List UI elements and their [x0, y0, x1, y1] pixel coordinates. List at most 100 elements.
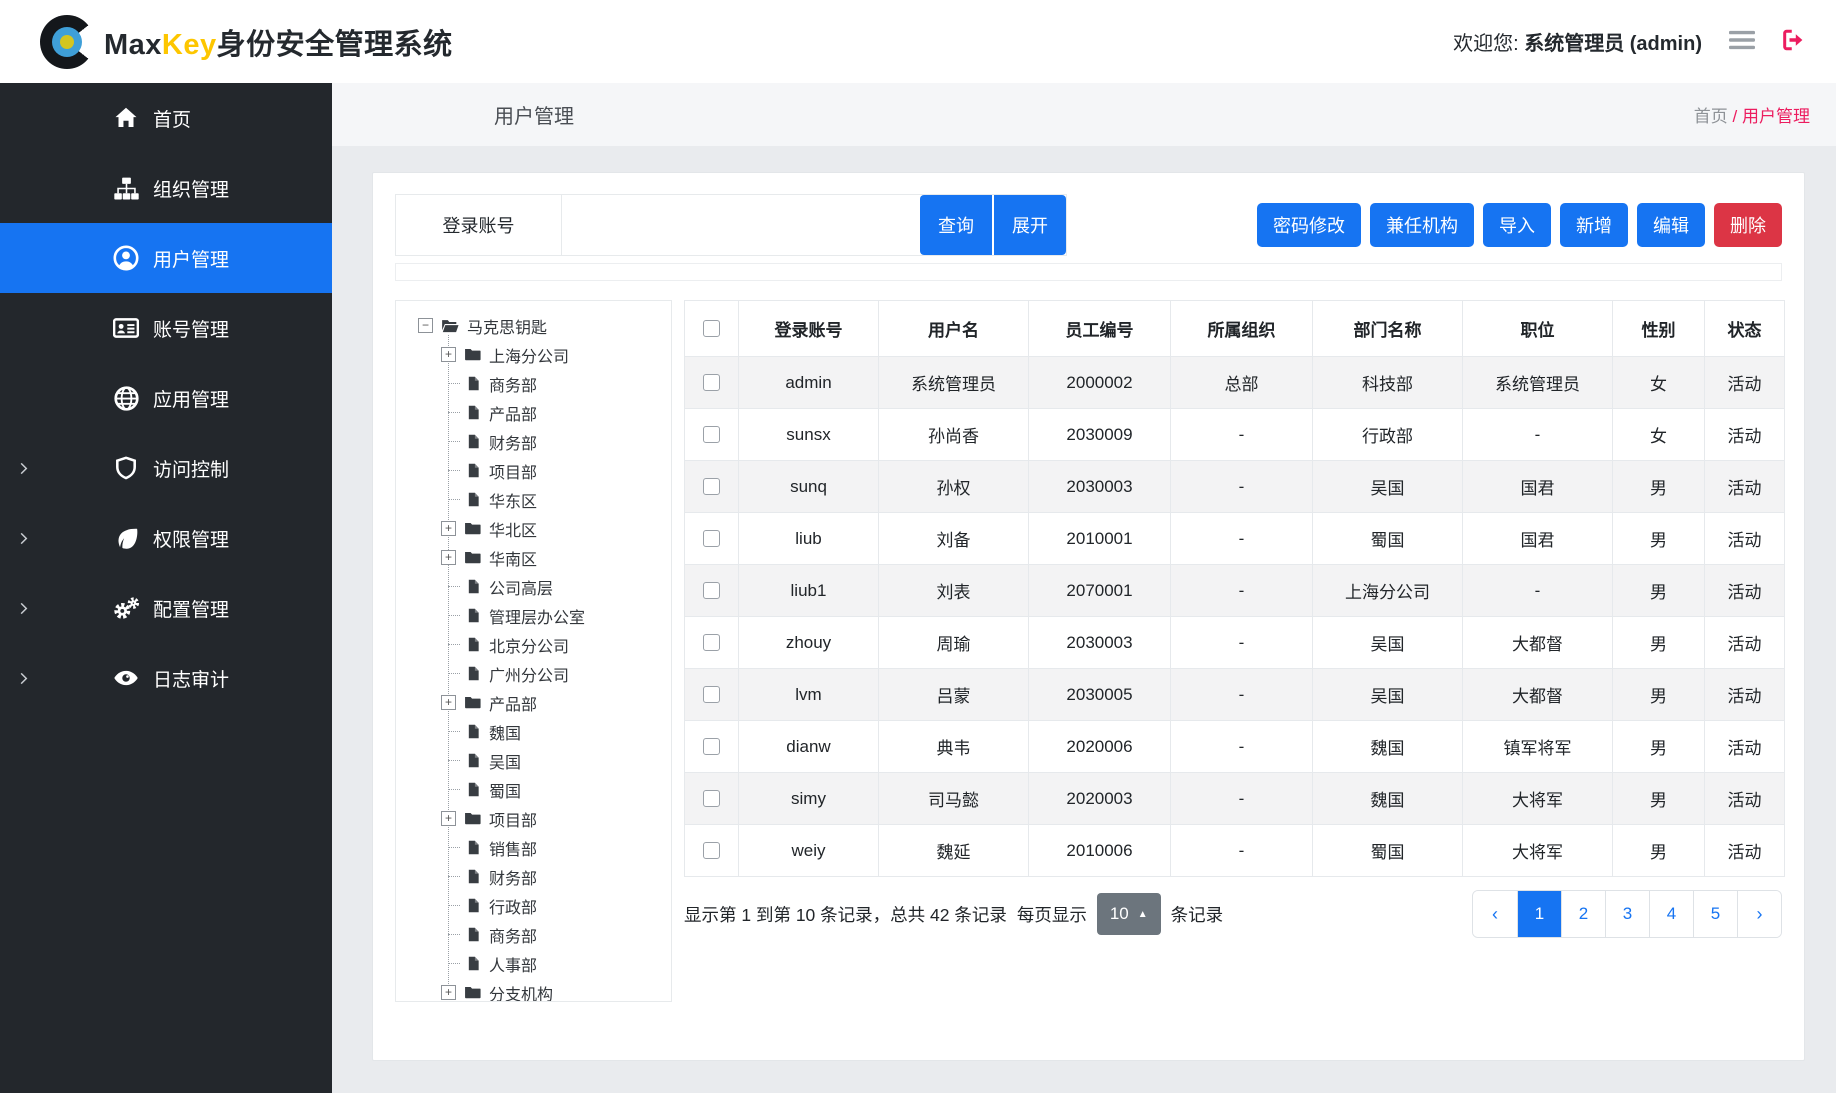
row-checkbox[interactable]	[703, 738, 720, 755]
tree-node-label[interactable]: 项目部	[489, 807, 537, 831]
row-checkbox[interactable]	[703, 582, 720, 599]
table-row[interactable]: admin系统管理员2000002总部科技部系统管理员女活动	[685, 357, 1785, 409]
select-all-checkbox[interactable]	[703, 320, 720, 337]
page-button-4[interactable]: 4	[1649, 891, 1693, 937]
tree-node-label[interactable]: 人事部	[489, 952, 537, 976]
breadcrumb-home[interactable]: 首页	[1694, 107, 1728, 126]
tree-node-label[interactable]: 上海分公司	[489, 343, 569, 367]
expand-icon[interactable]: +	[441, 811, 456, 826]
row-checkbox[interactable]	[703, 842, 720, 859]
table-row[interactable]: liub刘备2010001-蜀国国君男活动	[685, 513, 1785, 565]
table-row[interactable]: lvm吕蒙2030005-吴国大都督男活动	[685, 669, 1785, 721]
expand-button[interactable]: 展开	[994, 195, 1066, 255]
row-checkbox[interactable]	[703, 374, 720, 391]
tree-node-label[interactable]: 吴国	[489, 749, 521, 773]
sidebar-item-org-mgmt[interactable]: 组织管理	[0, 153, 332, 223]
tree-node[interactable]: 吴国	[396, 746, 671, 775]
tree-node[interactable]: 华东区	[396, 485, 671, 514]
sidebar-item-config-mgmt[interactable]: 配置管理	[0, 573, 332, 643]
sidebar-item-permission-mgmt[interactable]: 权限管理	[0, 503, 332, 573]
tree-node[interactable]: + 华北区	[396, 514, 671, 543]
tree-node-label[interactable]: 商务部	[489, 372, 537, 396]
row-checkbox[interactable]	[703, 790, 720, 807]
row-checkbox[interactable]	[703, 478, 720, 495]
import-button[interactable]: 导入	[1483, 203, 1551, 247]
next-page-button[interactable]: ›	[1737, 891, 1781, 937]
table-row[interactable]: zhouy周瑜2030003-吴国大都督男活动	[685, 617, 1785, 669]
tree-node[interactable]: 人事部	[396, 949, 671, 978]
tree-node-label[interactable]: 产品部	[489, 691, 537, 715]
tree-node-label[interactable]: 财务部	[489, 430, 537, 454]
expand-icon[interactable]: +	[441, 550, 456, 565]
sidebar-item-home[interactable]: 首页	[0, 83, 332, 153]
tree-node-label[interactable]: 广州分公司	[489, 662, 569, 686]
tree-node[interactable]: + 华南区	[396, 543, 671, 572]
row-checkbox[interactable]	[703, 686, 720, 703]
tree-node[interactable]: 商务部	[396, 369, 671, 398]
tree-node-label[interactable]: 蜀国	[489, 778, 521, 802]
delete-button[interactable]: 删除	[1714, 203, 1782, 247]
tree-node-label[interactable]: 公司高层	[489, 575, 553, 599]
tree-node-label[interactable]: 北京分公司	[489, 633, 569, 657]
page-size-dropdown[interactable]: 10 ▲	[1097, 893, 1161, 935]
tree-node-label[interactable]: 魏国	[489, 720, 521, 744]
tree-node[interactable]: + 项目部	[396, 804, 671, 833]
tree-node-label[interactable]: 销售部	[489, 836, 537, 860]
change-password-button[interactable]: 密码修改	[1257, 203, 1361, 247]
query-button[interactable]: 查询	[920, 195, 992, 255]
tree-node[interactable]: 魏国	[396, 717, 671, 746]
tree-node-label[interactable]: 财务部	[489, 865, 537, 889]
expand-icon[interactable]: +	[441, 695, 456, 710]
logout-button[interactable]	[1782, 28, 1806, 55]
tree-node[interactable]: 广州分公司	[396, 659, 671, 688]
tree-node-label[interactable]: 管理层办公室	[489, 604, 585, 628]
tree-node[interactable]: 销售部	[396, 833, 671, 862]
tree-node[interactable]: + 上海分公司	[396, 340, 671, 369]
tree-node-label[interactable]: 马克思钥匙	[467, 314, 547, 338]
tree-node[interactable]: − 马克思钥匙	[396, 311, 671, 340]
collapse-icon[interactable]: −	[418, 318, 433, 333]
tree-node[interactable]: 公司高层	[396, 572, 671, 601]
sidebar-item-log-audit[interactable]: 日志审计	[0, 643, 332, 713]
menu-toggle-button[interactable]	[1729, 29, 1755, 54]
table-row[interactable]: dianw典韦2020006-魏国镇军将军男活动	[685, 721, 1785, 773]
page-button-5[interactable]: 5	[1693, 891, 1737, 937]
page-button-3[interactable]: 3	[1605, 891, 1649, 937]
expand-icon[interactable]: +	[441, 347, 456, 362]
tree-node-label[interactable]: 华南区	[489, 546, 537, 570]
sidebar-item-account-mgmt[interactable]: 账号管理	[0, 293, 332, 363]
tree-node-label[interactable]: 华东区	[489, 488, 537, 512]
table-row[interactable]: sunsx孙尚香2030009-行政部-女活动	[685, 409, 1785, 461]
tree-node[interactable]: 财务部	[396, 862, 671, 891]
tree-node[interactable]: 项目部	[396, 456, 671, 485]
table-row[interactable]: simy司马懿2020003-魏国大将军男活动	[685, 773, 1785, 825]
tree-node[interactable]: 北京分公司	[396, 630, 671, 659]
table-row[interactable]: sunq孙权2030003-吴国国君男活动	[685, 461, 1785, 513]
tree-node-label[interactable]: 产品部	[489, 401, 537, 425]
expand-icon[interactable]: +	[441, 521, 456, 536]
prev-page-button[interactable]: ‹	[1473, 891, 1517, 937]
tree-node[interactable]: + 分支机构	[396, 978, 671, 1002]
row-checkbox[interactable]	[703, 634, 720, 651]
tree-node[interactable]: 财务部	[396, 427, 671, 456]
edit-button[interactable]: 编辑	[1637, 203, 1705, 247]
tree-node-label[interactable]: 商务部	[489, 923, 537, 947]
tree-node[interactable]: 蜀国	[396, 775, 671, 804]
tree-node[interactable]: + 产品部	[396, 688, 671, 717]
table-row[interactable]: weiy魏延2010006-蜀国大将军男活动	[685, 825, 1785, 877]
table-row[interactable]: liub1刘表2070001-上海分公司-男活动	[685, 565, 1785, 617]
tree-node-label[interactable]: 分支机构	[489, 981, 553, 1003]
expand-icon[interactable]: +	[441, 985, 456, 1000]
adjunct-org-button[interactable]: 兼任机构	[1370, 203, 1474, 247]
page-button-1[interactable]: 1	[1517, 891, 1561, 937]
tree-node-label[interactable]: 项目部	[489, 459, 537, 483]
row-checkbox[interactable]	[703, 530, 720, 547]
sidebar-item-access-control[interactable]: 访问控制	[0, 433, 332, 503]
sidebar-item-user-mgmt[interactable]: 用户管理	[0, 223, 332, 293]
tree-node-label[interactable]: 华北区	[489, 517, 537, 541]
tree-node[interactable]: 管理层办公室	[396, 601, 671, 630]
login-account-input[interactable]	[562, 195, 920, 255]
sidebar-item-app-mgmt[interactable]: 应用管理	[0, 363, 332, 433]
page-button-2[interactable]: 2	[1561, 891, 1605, 937]
tree-node[interactable]: 行政部	[396, 891, 671, 920]
